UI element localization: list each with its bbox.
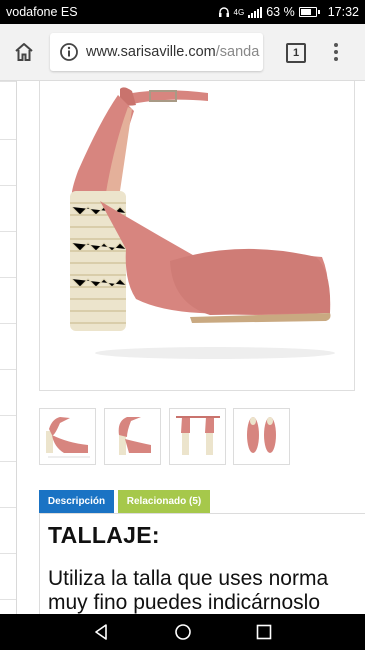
section-heading: TALLAJE:	[48, 522, 160, 548]
thumbnail-1[interactable]	[39, 408, 96, 465]
thumbnail-2[interactable]	[104, 408, 161, 465]
sandal-top-pair-view	[247, 417, 276, 453]
url-host: www.sarisaville.com	[86, 44, 216, 60]
info-icon[interactable]	[59, 42, 79, 62]
clock: 17:32	[327, 5, 359, 19]
left-sidebar-edge	[0, 81, 17, 614]
thumbnail-4[interactable]	[233, 408, 290, 465]
headphones-icon	[218, 7, 229, 17]
home-icon[interactable]	[13, 41, 35, 63]
overflow-menu-icon[interactable]	[332, 43, 340, 63]
battery-icon	[298, 7, 320, 17]
url-path: /sanda	[215, 44, 260, 60]
description-line: Utiliza la talla que uses norma	[48, 567, 329, 590]
product-main-image[interactable]	[39, 81, 355, 391]
product-tabs: Descripción Relacionado (5)	[39, 490, 365, 514]
network-type: 4G	[233, 7, 245, 17]
sandal-back-view	[118, 417, 151, 455]
browser-toolbar: www.sarisaville.com/sanda 1	[0, 24, 365, 81]
sandal-rear-pair-view	[176, 416, 220, 455]
recents-icon[interactable]	[255, 623, 273, 641]
description-text: Utiliza la talla que uses norma muy fino…	[48, 567, 365, 614]
tab-switcher-icon[interactable]: 1	[286, 43, 306, 63]
battery-percent: 63 %	[266, 5, 295, 19]
tab-description[interactable]: Descripción	[39, 490, 114, 514]
signal-icon	[248, 6, 263, 18]
status-icons: 4G 63 % 17:32	[218, 5, 359, 19]
navigation-bar	[0, 614, 365, 650]
sandal-illustration	[70, 87, 335, 359]
url-text: www.sarisaville.com/sanda	[86, 44, 259, 60]
status-bar: vodafone ES 4G 63 % 17:32	[0, 0, 365, 24]
address-bar[interactable]: www.sarisaville.com/sanda	[50, 33, 263, 71]
description-line: muy fino puedes indicárnoslo	[48, 591, 320, 614]
page-content: Descripción Relacionado (5) TALLAJE: Uti…	[0, 81, 365, 614]
tab-related[interactable]: Relacionado (5)	[118, 490, 210, 514]
carrier-name: vodafone ES	[6, 5, 78, 19]
home-circle-icon[interactable]	[174, 623, 192, 641]
sandal-side-view	[46, 417, 90, 458]
back-icon[interactable]	[92, 623, 110, 641]
thumbnail-3[interactable]	[169, 408, 226, 465]
